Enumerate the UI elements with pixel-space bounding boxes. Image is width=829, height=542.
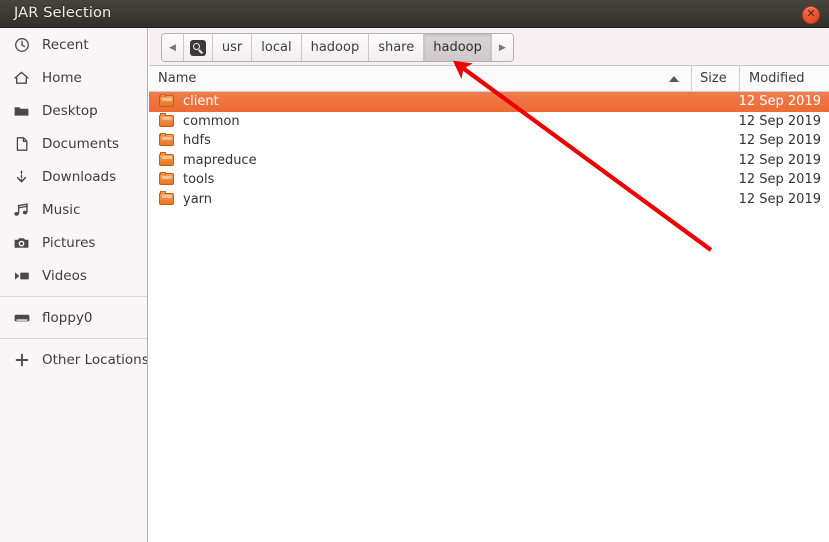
breadcrumb: ◀ usr local hadoop share hadoop ▶ (161, 33, 514, 62)
close-icon: ✕ (806, 7, 816, 20)
sidebar-item-label: Downloads (42, 168, 117, 185)
folder-icon (159, 113, 175, 128)
clock-icon (12, 35, 31, 55)
file-modified: 12 Sep 2019 (738, 133, 821, 149)
folder-icon (159, 132, 175, 147)
folder-icon (12, 101, 31, 121)
sidebar-item-label: Other Locations (42, 351, 148, 368)
sidebar-item-label: Desktop (42, 102, 98, 119)
title-bar: JAR Selection ✕ (0, 0, 829, 28)
file-list-rows: client 12 Sep 2019 common 12 Sep 2019 hd… (149, 92, 829, 209)
breadcrumb-item-usr[interactable]: usr (212, 34, 253, 61)
close-button[interactable]: ✕ (802, 6, 820, 24)
breadcrumb-next-button[interactable]: ▶ (491, 34, 513, 61)
plus-icon (12, 350, 31, 370)
filesystem-disk-icon (189, 39, 206, 56)
file-name: yarn (183, 191, 213, 207)
sidebar-divider-2 (0, 338, 147, 339)
file-name: tools (183, 172, 215, 188)
breadcrumb-item-hadoop-current[interactable]: hadoop (424, 34, 492, 61)
sidebar-item-pictures[interactable]: Pictures (0, 226, 147, 259)
sidebar-item-label: floppy0 (42, 309, 93, 326)
file-list-pane: Name Size Modified client 12 Sep 2019 co… (149, 66, 829, 542)
sidebar-item-documents[interactable]: Documents (0, 127, 147, 160)
column-header-modified[interactable]: Modified (739, 66, 829, 91)
table-row[interactable]: client 12 Sep 2019 (149, 92, 829, 112)
table-row[interactable]: tools 12 Sep 2019 (149, 170, 829, 190)
sidebar-item-home[interactable]: Home (0, 61, 147, 94)
sidebar-item-videos[interactable]: Videos (0, 259, 147, 292)
table-row[interactable]: common 12 Sep 2019 (149, 112, 829, 132)
sidebar-item-label: Home (42, 69, 82, 86)
sidebar-item-label: Videos (42, 267, 87, 284)
file-chooser-window: JAR Selection ✕ Recent Home Desktop Docu… (0, 0, 829, 542)
sidebar-item-label: Pictures (42, 234, 96, 251)
breadcrumb-item-share[interactable]: share (369, 34, 425, 61)
camera-icon (12, 233, 31, 253)
folder-icon (159, 191, 175, 206)
column-header-name-label: Name (158, 71, 197, 86)
sidebar-divider (0, 296, 147, 297)
column-header-size[interactable]: Size (691, 66, 739, 91)
folder-icon (159, 171, 175, 186)
path-toolbar: ◀ usr local hadoop share hadoop ▶ (149, 28, 829, 66)
breadcrumb-prev-button[interactable]: ◀ (162, 34, 184, 61)
file-modified: 12 Sep 2019 (738, 172, 821, 188)
folder-icon (159, 93, 175, 108)
window-title: JAR Selection (14, 5, 112, 21)
file-name: mapreduce (183, 152, 257, 168)
table-row[interactable]: hdfs 12 Sep 2019 (149, 131, 829, 151)
video-icon (12, 266, 31, 286)
breadcrumb-item-local[interactable]: local (252, 34, 302, 61)
sidebar-item-label: Music (42, 201, 81, 218)
places-sidebar: Recent Home Desktop Documents Downloads … (0, 28, 148, 542)
file-modified: 12 Sep 2019 (738, 191, 821, 207)
file-modified: 12 Sep 2019 (738, 94, 821, 110)
home-icon (12, 68, 31, 88)
table-row[interactable]: yarn 12 Sep 2019 (149, 190, 829, 210)
sidebar-item-downloads[interactable]: Downloads (0, 160, 147, 193)
sort-ascending-icon (669, 75, 679, 82)
file-modified: 12 Sep 2019 (738, 113, 821, 129)
drive-icon (12, 308, 31, 328)
file-name: hdfs (183, 133, 211, 149)
sidebar-item-label: Recent (42, 36, 89, 53)
file-modified: 12 Sep 2019 (738, 152, 821, 168)
music-note-icon (12, 200, 31, 220)
file-name: client (183, 94, 219, 110)
sidebar-item-desktop[interactable]: Desktop (0, 94, 147, 127)
breadcrumb-item-hadoop[interactable]: hadoop (301, 34, 370, 61)
sidebar-item-label: Documents (42, 135, 119, 152)
document-icon (12, 134, 31, 154)
file-name: common (183, 113, 240, 129)
table-row[interactable]: mapreduce 12 Sep 2019 (149, 151, 829, 171)
file-list-header: Name Size Modified (149, 66, 829, 92)
breadcrumb-filesystem-button[interactable] (183, 34, 213, 61)
sidebar-item-music[interactable]: Music (0, 193, 147, 226)
sidebar-item-recent[interactable]: Recent (0, 28, 147, 61)
download-icon (12, 167, 31, 187)
sidebar-item-floppy0[interactable]: floppy0 (0, 301, 147, 334)
folder-icon (159, 152, 175, 167)
column-header-name[interactable]: Name (149, 66, 691, 91)
sidebar-item-other-locations[interactable]: Other Locations (0, 343, 147, 376)
